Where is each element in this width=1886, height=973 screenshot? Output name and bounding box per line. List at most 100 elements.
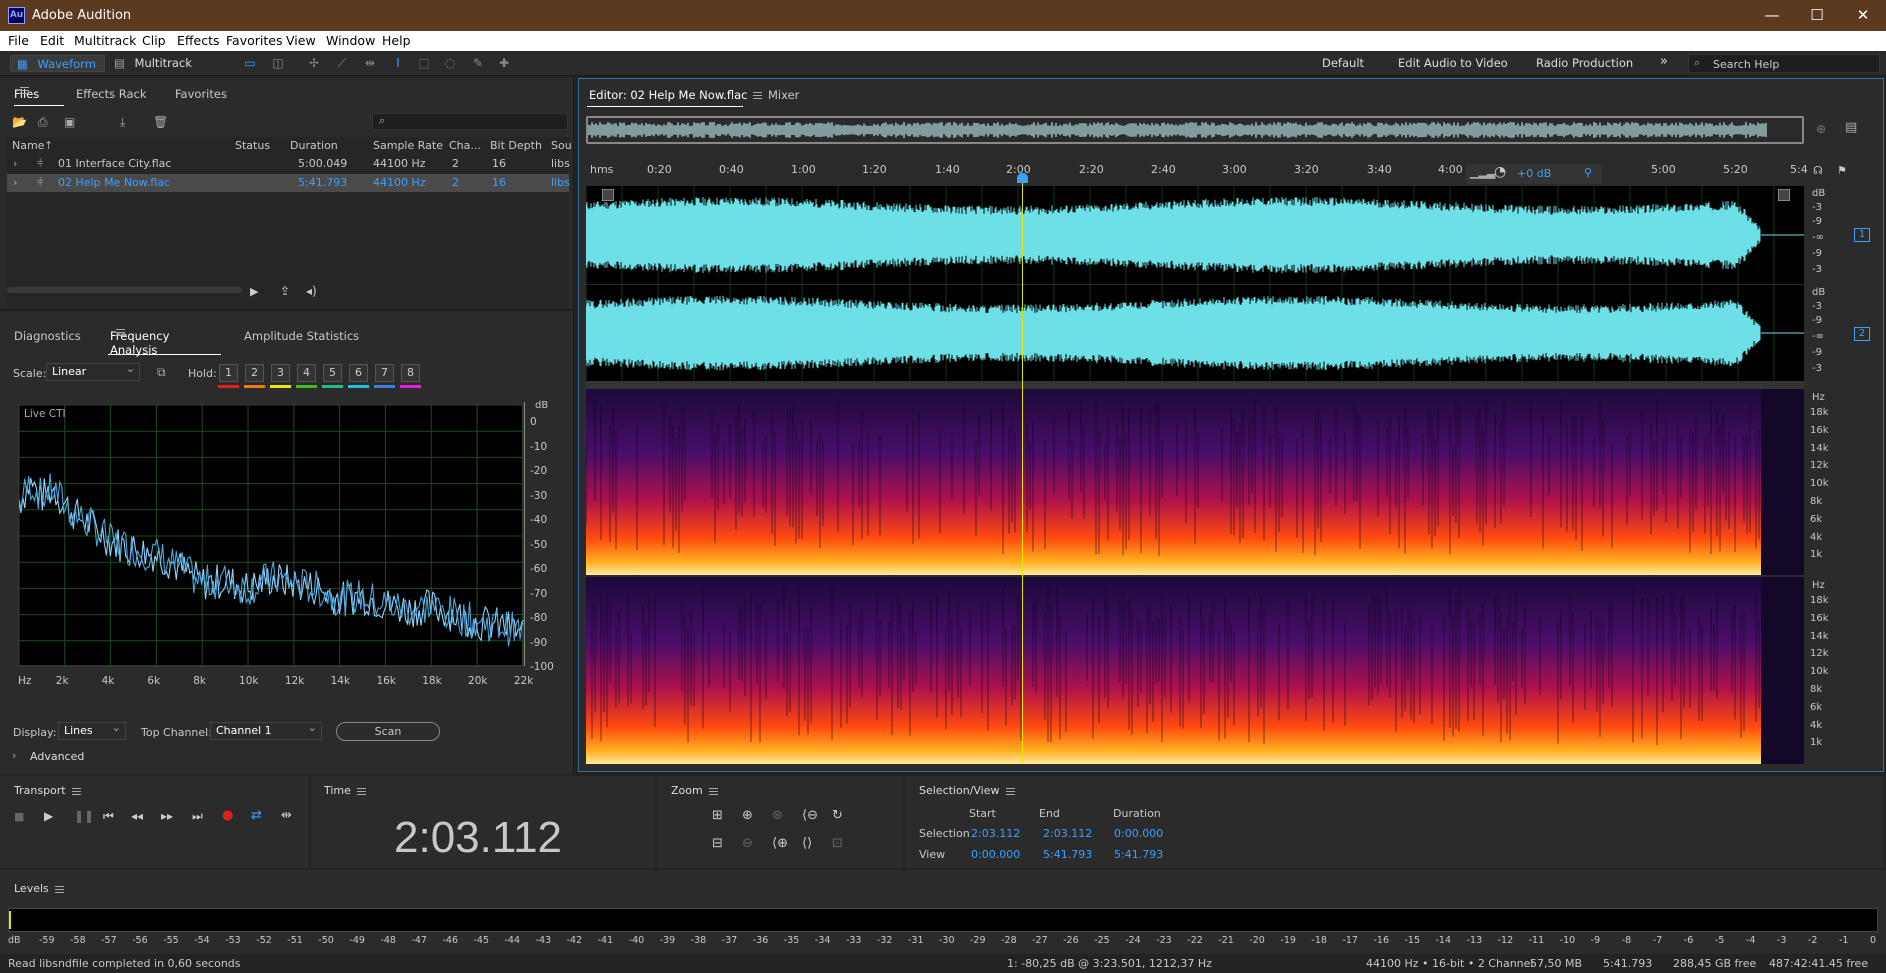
- col-status[interactable]: Status: [235, 137, 270, 155]
- gain-knob-icon[interactable]: ◔: [1494, 164, 1506, 180]
- selection-end[interactable]: 2:03.112: [1043, 827, 1092, 840]
- workspace-radio-production[interactable]: Radio Production: [1536, 55, 1633, 72]
- pin-icon[interactable]: ⚲: [1584, 166, 1592, 179]
- panel-menu-icon[interactable]: [356, 787, 366, 795]
- zoom-icon[interactable]: ⊕: [1816, 122, 1826, 136]
- expand-icon[interactable]: ›: [13, 174, 17, 192]
- hold-button-5[interactable]: 5: [323, 364, 342, 382]
- time-ruler[interactable]: hms 0:20 0:40 1:00 1:20 1:40 2:00 2:20 2:40 3:00…: [586, 160, 1808, 186]
- channel-number-badge[interactable]: 1: [1854, 228, 1870, 242]
- col-duration[interactable]: Duration: [290, 137, 338, 155]
- expand-icon[interactable]: ›: [13, 155, 17, 173]
- fast-forward-icon[interactable]: ▸▸: [161, 809, 173, 823]
- snapshot-icon[interactable]: ⧉: [157, 365, 166, 380]
- menu-favorites[interactable]: Favorites: [226, 33, 282, 48]
- open-file-icon[interactable]: 📂: [12, 115, 27, 129]
- selection-start[interactable]: 2:03.112: [971, 827, 1020, 840]
- panel-menu-icon[interactable]: [708, 787, 718, 795]
- files-search-input[interactable]: ⌕: [372, 113, 568, 130]
- tab-amplitude-statistics[interactable]: Amplitude Statistics: [244, 329, 359, 343]
- top-channel-dropdown[interactable]: Channel 1: [210, 720, 322, 740]
- tab-diagnostics[interactable]: Diagnostics: [14, 329, 81, 343]
- marquee-tool-icon[interactable]: ⬚: [416, 55, 432, 71]
- time-selection-tool-icon[interactable]: I: [390, 55, 406, 71]
- zoom-out-amplitude-icon[interactable]: ⊟: [712, 836, 723, 851]
- spectral-display-icon[interactable]: ▭: [242, 55, 258, 71]
- more-workspaces-button[interactable]: »: [1660, 53, 1668, 70]
- zoom-out-time-icon[interactable]: ⊖: [742, 836, 753, 851]
- hold-button-1[interactable]: 1: [219, 364, 238, 382]
- file-row-selected[interactable]: › ⫩ 02 Help Me Now.flac 5:41.793 44100 H…: [7, 174, 570, 192]
- waveform-channel-1[interactable]: [586, 186, 1804, 284]
- loop-preview-icon[interactable]: ⇪: [280, 284, 290, 298]
- col-source[interactable]: Sou: [551, 137, 572, 155]
- import-file-icon[interactable]: ⎙: [38, 115, 48, 130]
- workspace-default[interactable]: Default: [1322, 55, 1364, 72]
- overview-navigator[interactable]: [586, 116, 1804, 144]
- scale-dropdown[interactable]: Linear: [46, 361, 140, 381]
- zoom-reset-icon[interactable]: ↻: [832, 808, 843, 823]
- slip-tool-icon[interactable]: ⇹: [362, 55, 378, 71]
- fade-out-handle[interactable]: [1778, 189, 1790, 201]
- hold-button-2[interactable]: 2: [245, 364, 264, 382]
- tab-editor[interactable]: Editor: 02 Help Me Now.flac: [589, 88, 763, 102]
- time-display[interactable]: 2:03.112: [394, 813, 562, 863]
- waveform-view-button[interactable]: ▦ Waveform: [10, 55, 105, 72]
- gain-hud[interactable]: ▁▂▃ ◔ +0 dB ⚲: [1466, 164, 1602, 184]
- pause-icon[interactable]: ❚❚: [74, 809, 94, 823]
- horizontal-scrollbar[interactable]: [7, 287, 242, 293]
- spectrogram-channel-2[interactable]: [586, 577, 1804, 764]
- spectral-pitch-icon[interactable]: ◫: [270, 55, 286, 71]
- workspace-edit-audio-video[interactable]: Edit Audio to Video: [1398, 55, 1508, 72]
- col-sample-rate[interactable]: Sample Rate: [373, 137, 443, 155]
- spectrogram-channel-1[interactable]: [586, 389, 1804, 575]
- panel-menu-icon[interactable]: [753, 92, 763, 99]
- selection-duration[interactable]: 0:00.000: [1114, 827, 1163, 840]
- hold-button-7[interactable]: 7: [375, 364, 394, 382]
- view-duration[interactable]: 5:41.793: [1114, 848, 1163, 861]
- display-dropdown[interactable]: Lines: [58, 720, 126, 740]
- col-bit-depth[interactable]: Bit Depth: [490, 137, 542, 155]
- marker-pin-icon[interactable]: ⚑: [1837, 164, 1847, 177]
- advanced-expand-icon[interactable]: ›: [12, 749, 16, 762]
- lasso-tool-icon[interactable]: ◌: [442, 55, 458, 71]
- frequency-graph[interactable]: Live CTI: [18, 404, 524, 667]
- spot-healing-icon[interactable]: ✚: [496, 55, 512, 71]
- channel-number-badge[interactable]: 2: [1854, 327, 1870, 341]
- hold-button-3[interactable]: 3: [271, 364, 290, 382]
- col-name[interactable]: Name: [12, 137, 44, 155]
- delete-icon[interactable]: 🗑: [153, 115, 168, 129]
- playhead-handle[interactable]: [1016, 173, 1028, 183]
- tab-effects-rack[interactable]: Effects Rack: [76, 87, 147, 101]
- insert-into-multitrack-icon[interactable]: ⤓: [120, 115, 125, 130]
- menu-file[interactable]: File: [8, 33, 29, 48]
- advanced-toggle[interactable]: Advanced: [30, 750, 84, 763]
- zoom-out-full-icon[interactable]: ⟨⊖: [802, 808, 818, 823]
- hold-button-6[interactable]: 6: [349, 364, 368, 382]
- panel-menu-icon[interactable]: [71, 787, 81, 795]
- razor-tool-icon[interactable]: ⟋: [334, 55, 350, 71]
- skip-end-icon[interactable]: ⏭: [192, 809, 203, 824]
- close-button[interactable]: ✕: [1843, 4, 1883, 26]
- zoom-out-point-icon[interactable]: ⟨⟩: [802, 836, 812, 851]
- record-icon[interactable]: ●: [222, 808, 233, 823]
- zoom-to-selection-icon[interactable]: ⊛: [772, 808, 783, 823]
- menu-help[interactable]: Help: [382, 33, 411, 48]
- options-icon[interactable]: ▤: [1845, 120, 1857, 135]
- panel-menu-icon[interactable]: [116, 329, 125, 336]
- file-row[interactable]: › ⫩ 01 Interface City.flac 5:00.049 4410…: [7, 155, 570, 173]
- menu-view[interactable]: View: [286, 33, 316, 48]
- hold-button-8[interactable]: 8: [401, 364, 420, 382]
- loop-icon[interactable]: ⇄: [251, 808, 262, 823]
- zoom-in-point-icon[interactable]: ⟨⊕: [772, 836, 788, 851]
- skip-selection-icon[interactable]: ⇹: [281, 808, 292, 823]
- menu-effects[interactable]: Effects: [177, 33, 220, 48]
- minimize-button[interactable]: —: [1752, 4, 1792, 26]
- menu-clip[interactable]: Clip: [142, 33, 166, 48]
- headphone-icon[interactable]: ☊: [1813, 164, 1823, 177]
- play-preview-icon[interactable]: ▶: [250, 285, 258, 298]
- multitrack-view-button[interactable]: ▤ Multitrack: [108, 55, 198, 72]
- spectral-divider[interactable]: [586, 381, 1804, 389]
- panel-menu-icon[interactable]: [54, 885, 64, 893]
- view-end[interactable]: 5:41.793: [1043, 848, 1092, 861]
